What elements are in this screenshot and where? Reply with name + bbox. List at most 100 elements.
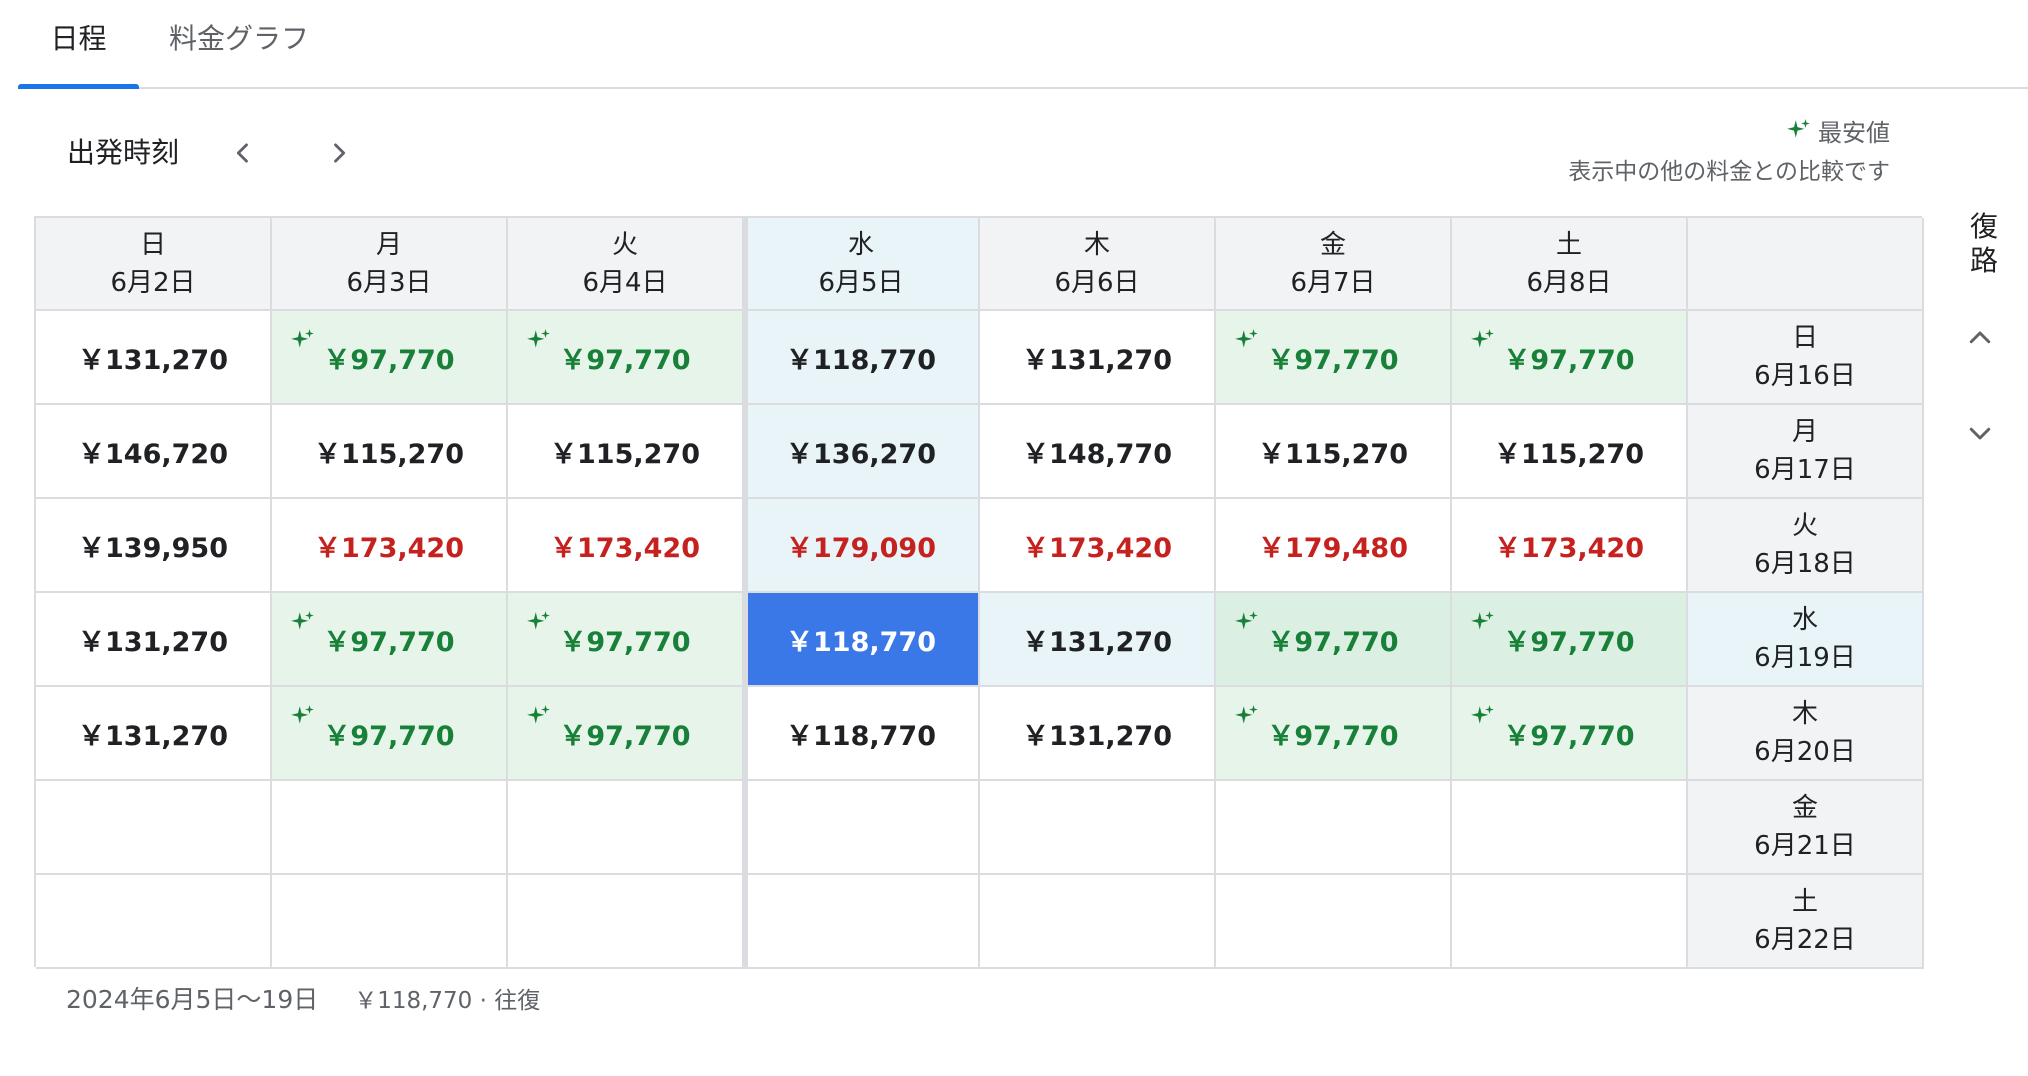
price-cell[interactable]: ￥131,270 — [980, 311, 1216, 405]
price-legend: 最安値 表示中の他の料金との比較です — [1568, 112, 1890, 186]
column-header: 金 6月7日 — [1216, 218, 1452, 311]
next-return-dates-button[interactable] — [1955, 408, 2005, 458]
empty-price-cell — [744, 875, 980, 969]
price-value: ￥179,090 — [786, 532, 936, 564]
empty-price-cell — [508, 781, 744, 875]
sparkle-icon — [1787, 119, 1810, 138]
price-cell[interactable]: ￥97,770 — [508, 687, 744, 781]
price-cell[interactable]: ￥179,480 — [1216, 499, 1452, 593]
price-cell[interactable]: ￥173,420 — [508, 499, 744, 593]
prev-return-dates-button[interactable] — [1955, 313, 2005, 363]
price-cell[interactable]: ￥131,270 — [980, 687, 1216, 781]
column-date: 6月5日 — [818, 267, 904, 298]
price-value: ￥97,770 — [323, 626, 455, 658]
price-value: ￥97,770 — [1503, 344, 1635, 376]
row-header: 木 6月20日 — [1688, 687, 1924, 781]
price-cell[interactable]: ￥115,270 — [1452, 405, 1688, 499]
price-cell[interactable]: ￥131,270 — [980, 593, 1216, 687]
price-cell[interactable]: ￥173,420 — [272, 499, 508, 593]
price-value: ￥173,420 — [314, 532, 464, 564]
price-grid: 日 6月2日月 6月3日火 6月4日水 6月5日木 6月6日金 6月7日土 6月8日 ￥131,… — [34, 216, 1924, 969]
empty-price-cell — [508, 875, 744, 969]
row-date: 6月18日 — [1754, 549, 1856, 579]
price-value: ￥146,720 — [78, 438, 228, 470]
empty-price-cell — [1452, 875, 1688, 969]
price-cell[interactable]: ￥146,720 — [36, 405, 272, 499]
price-value: ￥97,770 — [323, 344, 455, 376]
price-cell[interactable]: ￥97,770 — [1216, 593, 1452, 687]
column-dow: 木 — [1083, 229, 1110, 260]
price-cell[interactable]: ￥97,770 — [508, 311, 744, 405]
price-value: ￥179,480 — [1258, 532, 1408, 564]
column-date: 6月8日 — [1526, 267, 1612, 298]
price-cell[interactable]: ￥148,770 — [980, 405, 1216, 499]
sparkle-icon — [1235, 705, 1258, 724]
price-value: ￥139,950 — [78, 532, 228, 564]
next-dates-button[interactable] — [314, 128, 364, 178]
column-dow: 火 — [611, 229, 638, 260]
active-tab-indicator — [18, 84, 139, 89]
price-cell[interactable]: ￥118,770 — [744, 687, 980, 781]
price-cell[interactable]: ￥173,420 — [980, 499, 1216, 593]
chevron-right-icon — [334, 143, 346, 163]
price-cell[interactable]: ￥97,770 — [1216, 311, 1452, 405]
price-cell[interactable]: ￥97,770 — [1452, 687, 1688, 781]
row-dow: 日 — [1791, 323, 1818, 353]
tab-schedule-label: 日程 — [50, 22, 107, 55]
column-header: 土 6月8日 — [1452, 218, 1688, 311]
price-value: ￥97,770 — [323, 720, 455, 752]
column-date: 6月7日 — [1290, 267, 1376, 298]
column-header: 火 6月4日 — [508, 218, 744, 311]
price-cell[interactable]: ￥131,270 — [36, 687, 272, 781]
price-value: ￥131,270 — [78, 344, 228, 376]
row-date: 6月20日 — [1754, 737, 1856, 767]
price-cell[interactable]: ￥97,770 — [272, 311, 508, 405]
column-dow: 月 — [375, 229, 402, 260]
price-cell[interactable]: ￥97,770 — [272, 593, 508, 687]
row-date: 6月22日 — [1754, 925, 1856, 955]
price-value: ￥97,770 — [1503, 626, 1635, 658]
price-cell[interactable]: ￥115,270 — [508, 405, 744, 499]
price-value: ￥131,270 — [1022, 626, 1172, 658]
empty-price-cell — [1452, 781, 1688, 875]
price-cell[interactable]: ￥131,270 — [36, 311, 272, 405]
price-cell[interactable]: ￥97,770 — [272, 687, 508, 781]
empty-price-cell — [36, 781, 272, 875]
price-value: ￥97,770 — [1267, 626, 1399, 658]
return-axis-label: 復路 — [1969, 210, 1998, 277]
sparkle-icon — [527, 329, 550, 348]
empty-price-cell — [744, 781, 980, 875]
prev-dates-button[interactable] — [218, 128, 268, 178]
price-value: ￥118,770 — [786, 720, 936, 752]
tab-price-graph[interactable]: 料金グラフ — [139, 0, 339, 87]
price-cell[interactable]: ￥115,270 — [1216, 405, 1452, 499]
price-cell[interactable]: ￥118,770 — [744, 593, 980, 687]
price-cell[interactable]: ￥97,770 — [508, 593, 744, 687]
price-cell[interactable]: ￥173,420 — [1452, 499, 1688, 593]
row-date: 6月21日 — [1754, 831, 1856, 861]
price-cell[interactable]: ￥97,770 — [1452, 593, 1688, 687]
price-value: ￥115,270 — [1494, 438, 1644, 470]
price-cell[interactable]: ￥97,770 — [1452, 311, 1688, 405]
price-cell[interactable]: ￥139,950 — [36, 499, 272, 593]
price-cell[interactable]: ￥131,270 — [36, 593, 272, 687]
sparkle-icon — [291, 611, 314, 630]
price-value: ￥115,270 — [314, 438, 464, 470]
chevron-left-icon — [236, 143, 248, 163]
price-cell[interactable]: ￥97,770 — [1216, 687, 1452, 781]
selected-dates: 2024年6月5日〜19日 — [66, 985, 319, 1014]
row-date: 6月16日 — [1754, 361, 1856, 391]
grid-corner — [1688, 218, 1924, 311]
price-cell[interactable]: ￥118,770 — [744, 311, 980, 405]
tab-price-graph-label: 料金グラフ — [168, 22, 309, 55]
price-cell[interactable]: ￥115,270 — [272, 405, 508, 499]
column-header: 木 6月6日 — [980, 218, 1216, 311]
price-cell[interactable]: ￥136,270 — [744, 405, 980, 499]
price-value: ￥131,270 — [78, 626, 228, 658]
row-date: 6月17日 — [1754, 455, 1856, 485]
price-cell[interactable]: ￥179,090 — [744, 499, 980, 593]
price-value: ￥97,770 — [559, 626, 691, 658]
tab-schedule[interactable]: 日程 — [18, 0, 139, 89]
sparkle-icon — [291, 705, 314, 724]
row-dow: 金 — [1791, 793, 1818, 823]
